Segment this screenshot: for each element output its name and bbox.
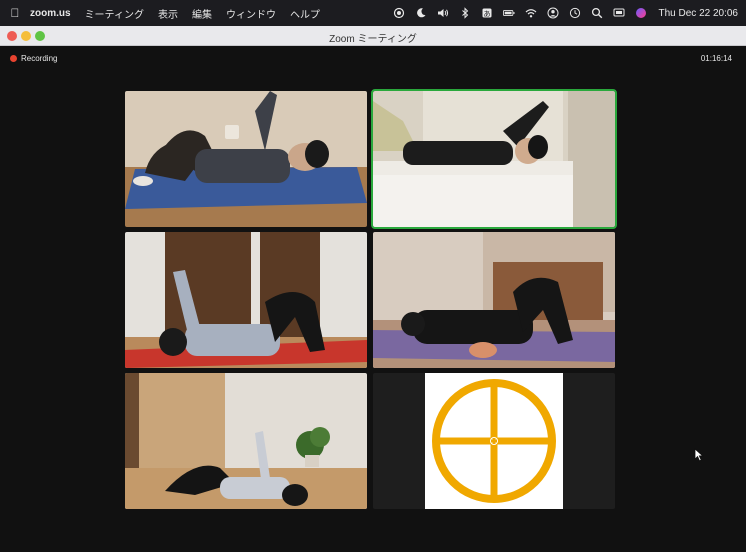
screen-mirroring-icon[interactable] [613, 7, 626, 19]
meeting-timer: 01:16:14 [700, 54, 732, 63]
meeting-content: Recording 01:16:14 [0, 46, 746, 552]
crossed-circle-logo-icon [432, 379, 556, 503]
recording-label: Recording [21, 54, 58, 63]
recording-dot-icon [10, 55, 17, 62]
menu-meeting[interactable]: ミーティング [85, 6, 144, 21]
menu-bar:  zoom.us ミーティング 表示 編集 ウィンドウ ヘルプ あ Thu D… [0, 0, 746, 26]
mouse-cursor-icon [694, 448, 704, 462]
menu-edit[interactable]: 編集 [192, 6, 212, 21]
video-tile-participant-2[interactable] [371, 89, 617, 229]
siri-icon[interactable] [635, 7, 648, 19]
recording-indicator[interactable]: Recording [10, 54, 57, 63]
input-source-icon[interactable]: あ [481, 7, 494, 19]
apple-menu-icon[interactable]:  [0, 6, 30, 20]
menu-app-name[interactable]: zoom.us [30, 8, 71, 19]
bluetooth-icon[interactable] [459, 7, 472, 19]
video-feed-4 [373, 232, 615, 368]
window-titlebar: Zoom ミーティング [0, 26, 746, 46]
video-feed-2 [373, 91, 615, 227]
menu-help[interactable]: ヘルプ [290, 6, 320, 21]
moon-icon[interactable] [415, 7, 428, 19]
record-status-icon[interactable] [393, 7, 406, 19]
video-tile-participant-6[interactable] [373, 373, 615, 509]
menu-window[interactable]: ウィンドウ [226, 6, 276, 21]
svg-text:あ: あ [484, 10, 491, 18]
participant-avatar-logo [425, 373, 563, 509]
search-icon[interactable] [591, 7, 604, 19]
status-area: あ Thu Dec 22 20:06 [393, 0, 739, 26]
video-tile-participant-1[interactable] [125, 91, 367, 227]
video-tile-participant-3[interactable] [125, 232, 367, 368]
wifi-icon[interactable] [525, 7, 538, 19]
volume-icon[interactable] [437, 7, 450, 19]
video-tile-participant-4[interactable] [373, 232, 615, 368]
video-feed-3 [125, 232, 367, 368]
user-switch-icon[interactable] [547, 7, 560, 19]
menu-view[interactable]: 表示 [158, 6, 178, 21]
video-feed-5 [125, 373, 367, 509]
battery-icon[interactable] [503, 7, 516, 19]
window-title: Zoom ミーティング [329, 34, 417, 45]
menu-clock[interactable]: Thu Dec 22 20:06 [659, 8, 739, 19]
video-tile-participant-5[interactable] [125, 373, 367, 509]
time-machine-icon[interactable] [569, 7, 582, 19]
video-feed-1 [125, 91, 367, 227]
